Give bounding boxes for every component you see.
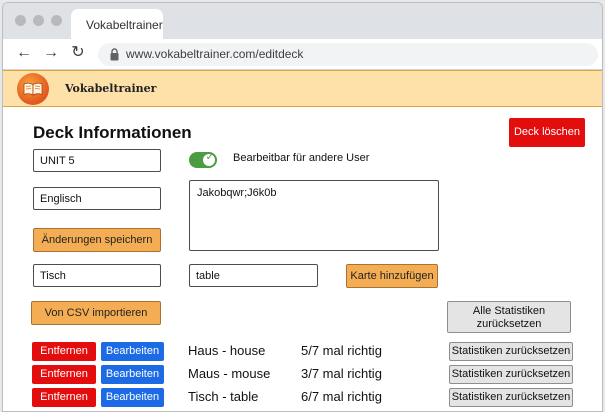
url-text: www.vokabeltrainer.com/editdeck	[126, 47, 304, 61]
window-close-dot[interactable]	[15, 15, 26, 26]
window-maximize-dot[interactable]	[51, 15, 62, 26]
reset-all-stats-button[interactable]: Alle Statistiken zurücksetzen	[447, 301, 571, 333]
edit-card-button[interactable]: Bearbeiten	[101, 365, 164, 384]
address-bar[interactable]: www.vokabeltrainer.com/editdeck	[98, 43, 598, 66]
card-row: Entfernen Bearbeiten Maus - mouse 3/7 ma…	[3, 365, 602, 385]
language-input[interactable]: Englisch	[33, 187, 161, 210]
browser-titlebar: Vokabeltrainer	[3, 3, 602, 39]
card-stats: 6/7 mal richtig	[301, 389, 382, 404]
book-logo-icon	[17, 73, 49, 105]
card-term: Maus - mouse	[188, 366, 271, 381]
card-term: Tisch - table	[188, 389, 259, 404]
browser-window: Vokabeltrainer ← → ↻ www.vokabeltrainer.…	[2, 2, 603, 412]
reset-card-stats-button[interactable]: Statistiken zurücksetzen	[449, 365, 573, 384]
import-csv-button[interactable]: Von CSV importieren	[31, 301, 161, 325]
reload-icon[interactable]: ↻	[68, 43, 88, 63]
deck-name-input[interactable]: UNIT 5	[33, 149, 161, 172]
forward-arrow-icon[interactable]: →	[41, 43, 61, 63]
app-name: Vokabeltrainer	[65, 82, 157, 95]
card-stats: 5/7 mal richtig	[301, 343, 382, 358]
back-arrow-icon[interactable]: ←	[14, 43, 34, 63]
new-word-input[interactable]: Tisch	[33, 264, 161, 287]
browser-tab[interactable]: Vokabeltrainer	[71, 9, 163, 39]
users-textarea[interactable]: Jakobqwr;J6k0b	[189, 180, 439, 251]
lock-icon	[110, 48, 119, 61]
page-title: Deck Informationen	[33, 123, 192, 142]
new-translation-input[interactable]: table	[189, 264, 318, 287]
editable-toggle-label: Bearbeitbar für andere User	[233, 152, 370, 164]
window-minimize-dot[interactable]	[33, 15, 44, 26]
remove-card-button[interactable]: Entfernen	[32, 342, 96, 361]
check-icon: ✓	[205, 152, 214, 163]
editable-toggle[interactable]: ✓	[189, 152, 217, 168]
card-term: Haus - house	[188, 343, 266, 358]
card-row: Entfernen Bearbeiten Tisch - table 6/7 m…	[3, 388, 602, 408]
edit-card-button[interactable]: Bearbeiten	[101, 388, 164, 407]
edit-card-button[interactable]: Bearbeiten	[101, 342, 164, 361]
delete-deck-button[interactable]: Deck löschen	[509, 118, 585, 147]
save-changes-button[interactable]: Änderungen speichern	[33, 228, 161, 252]
card-stats: 3/7 mal richtig	[301, 366, 382, 381]
browser-toolbar: ← → ↻ www.vokabeltrainer.com/editdeck	[3, 39, 602, 70]
remove-card-button[interactable]: Entfernen	[32, 388, 96, 407]
card-row: Entfernen Bearbeiten Haus - house 5/7 ma…	[3, 342, 602, 362]
reset-card-stats-button[interactable]: Statistiken zurücksetzen	[449, 342, 573, 361]
remove-card-button[interactable]: Entfernen	[32, 365, 96, 384]
add-card-button[interactable]: Karte hinzufügen	[346, 264, 438, 288]
reset-card-stats-button[interactable]: Statistiken zurücksetzen	[449, 388, 573, 407]
app-header: Vokabeltrainer	[3, 70, 602, 107]
